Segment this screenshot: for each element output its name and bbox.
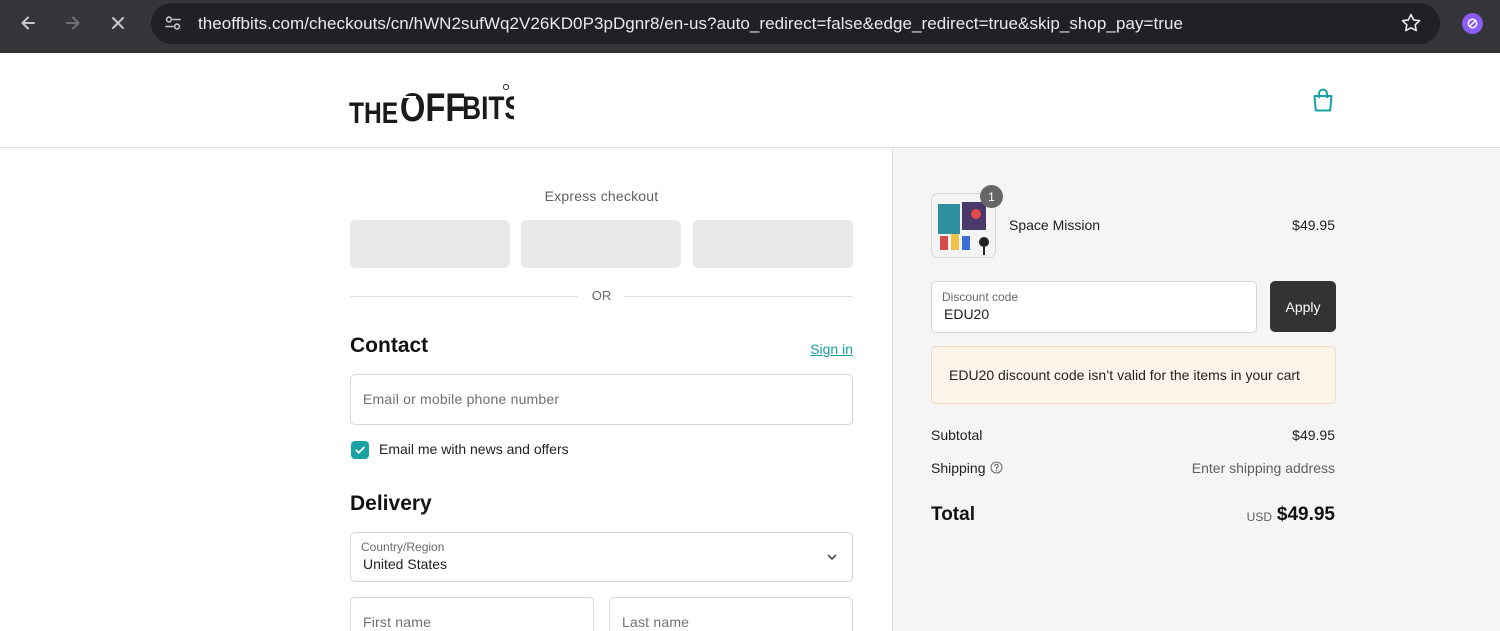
url-text[interactable]: theoffbits.com/checkouts/cn/hWN2sufWq2V2… <box>198 14 1183 34</box>
shipping-label-row: Shipping <box>931 460 1003 476</box>
discount-error-banner: EDU20 discount code isn’t valid for the … <box>931 346 1336 404</box>
checkout-form: Express checkout OR Contact Sign in Emai… <box>0 148 892 631</box>
arrow-right-icon <box>66 16 80 30</box>
express-payment-button-1[interactable] <box>350 220 510 268</box>
quantity-badge: 1 <box>980 185 1003 208</box>
svg-text:BITS: BITS <box>462 92 514 127</box>
product-name: Space Mission <box>1009 217 1101 233</box>
browser-toolbar: theoffbits.com/checkouts/cn/hWN2sufWq2V2… <box>0 0 1500 53</box>
subtotal-label: Subtotal <box>931 427 983 443</box>
email-placeholder: Email or mobile phone number <box>363 391 560 407</box>
express-checkout-title: Express checkout <box>544 188 659 204</box>
first-name-field[interactable]: First name <box>350 597 594 631</box>
site-info-icon[interactable] <box>163 13 183 33</box>
store-header: THE OFF BITS <box>0 53 1500 148</box>
arrow-left-icon <box>21 16 35 30</box>
close-icon <box>112 17 124 29</box>
stop-loading-button[interactable] <box>103 8 133 38</box>
express-payment-button-2[interactable] <box>521 220 681 268</box>
shopping-bag-icon[interactable] <box>1311 87 1335 113</box>
checkmark-icon <box>355 446 365 454</box>
newsletter-label[interactable]: Email me with news and offers <box>379 441 569 457</box>
sign-in-link[interactable]: Sign in <box>760 341 853 357</box>
newsletter-checkbox[interactable] <box>351 441 369 459</box>
email-field[interactable]: Email or mobile phone number <box>350 374 853 425</box>
profile-avatar[interactable] <box>1462 13 1483 34</box>
divider-line <box>625 296 853 297</box>
profile-icon <box>1467 18 1478 29</box>
delivery-heading: Delivery <box>350 492 432 515</box>
shipping-label: Shipping <box>931 460 986 476</box>
bookmark-star-icon[interactable] <box>1400 12 1422 34</box>
last-name-field[interactable]: Last name <box>609 597 853 631</box>
discount-error-text: EDU20 discount code isn’t valid for the … <box>949 367 1300 383</box>
discount-code-field[interactable]: Discount code EDU20 <box>931 281 1257 333</box>
address-bar[interactable]: theoffbits.com/checkouts/cn/hWN2sufWq2V2… <box>151 3 1440 44</box>
shipping-value: Enter shipping address <box>1191 460 1335 476</box>
country-select[interactable]: Country/Region United States <box>350 532 853 582</box>
total-currency: USD <box>1246 510 1272 524</box>
total-value: $49.95 <box>1276 504 1335 525</box>
back-button[interactable] <box>13 8 43 38</box>
or-divider: OR <box>350 288 853 304</box>
help-circle-icon[interactable] <box>989 461 1003 474</box>
discount-code-value: EDU20 <box>944 306 990 322</box>
forward-button[interactable] <box>58 8 88 38</box>
discount-code-label: Discount code <box>942 290 1019 304</box>
product-price: $49.95 <box>1292 217 1335 233</box>
apply-discount-button[interactable]: Apply <box>1270 281 1336 332</box>
first-name-placeholder: First name <box>363 614 432 630</box>
svg-text:THE: THE <box>349 96 398 129</box>
contact-heading: Contact <box>350 334 429 357</box>
order-summary: 1 Space Mission $49.95 Discount code EDU… <box>892 148 1500 631</box>
total-label: Total <box>931 504 975 525</box>
express-payment-button-3[interactable] <box>693 220 853 268</box>
country-value: United States <box>363 556 448 572</box>
last-name-placeholder: Last name <box>622 614 690 630</box>
subtotal-value: $49.95 <box>1292 427 1335 443</box>
country-label: Country/Region <box>361 540 445 554</box>
chevron-down-icon <box>827 554 837 560</box>
store-logo[interactable]: THE OFF BITS <box>349 75 514 129</box>
